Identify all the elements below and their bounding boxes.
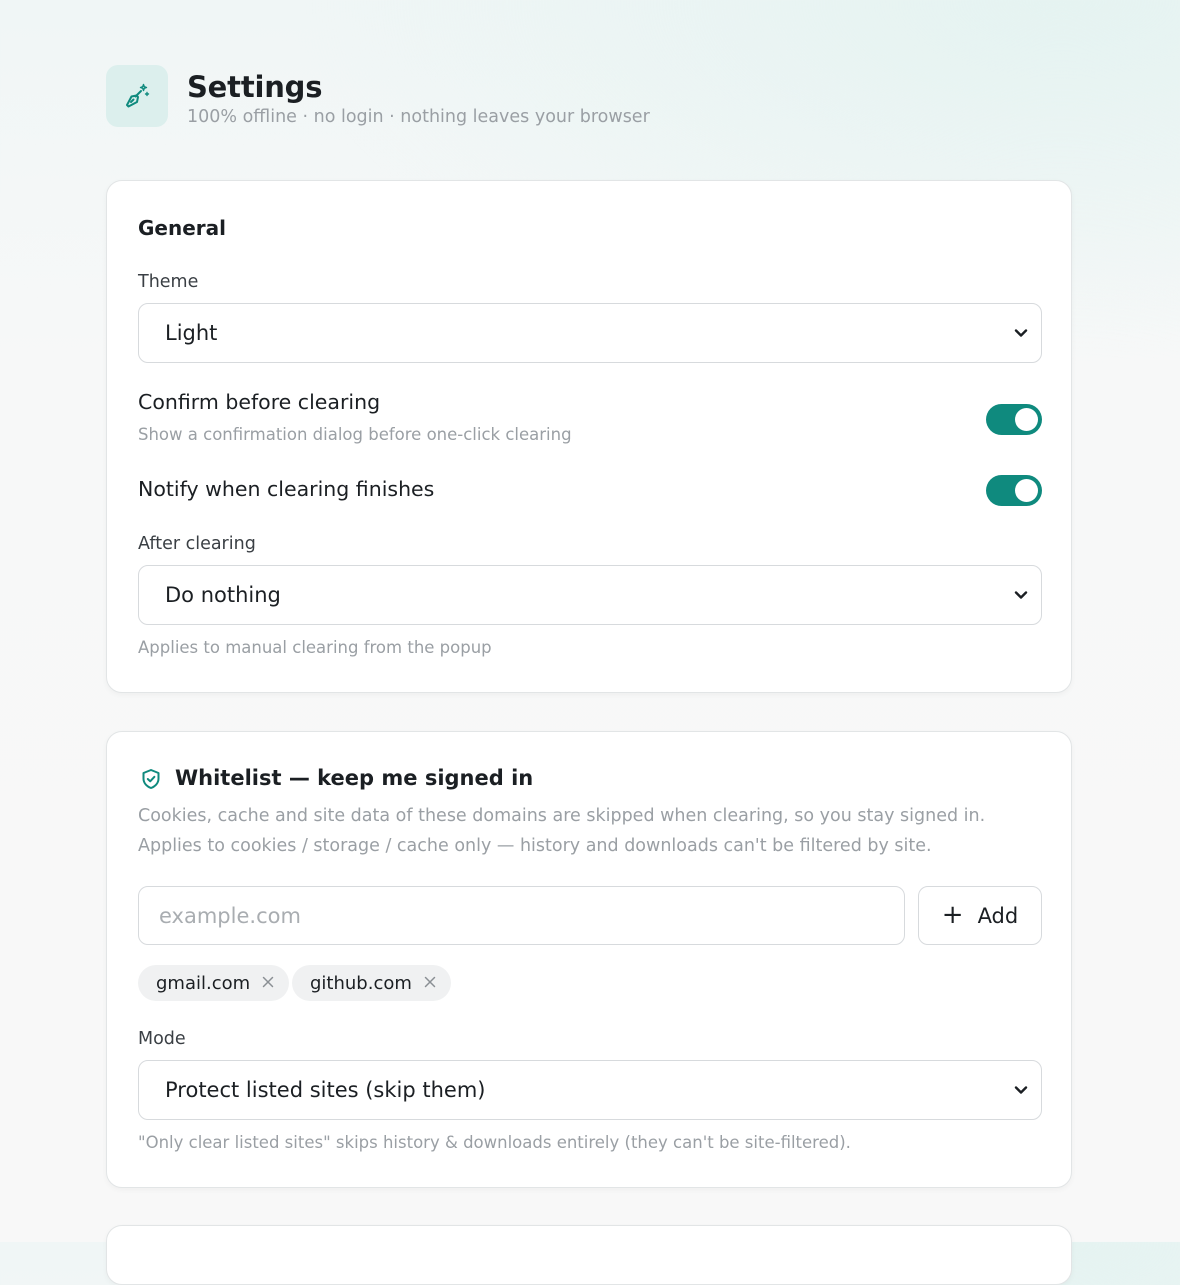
domain-chip: github.com	[292, 965, 451, 1001]
theme-label: Theme	[138, 272, 199, 292]
page-header: Settings 100% offline · no login · nothi…	[106, 65, 650, 129]
domain-input-placeholder: example.com	[159, 903, 301, 928]
domain-chip-label: gmail.com	[156, 972, 251, 994]
theme-select[interactable]: Light	[138, 303, 1042, 363]
whitelist-card: Whitelist — keep me signed in Cookies, c…	[106, 731, 1072, 1188]
shield-check-icon	[142, 769, 160, 789]
toggle-knob	[1015, 479, 1038, 502]
general-section-title: General	[138, 216, 226, 240]
remove-domain-github-icon[interactable]	[424, 976, 436, 988]
confirm-setting-hint: Show a confirmation dialog before one-cl…	[138, 425, 572, 444]
domain-chip: gmail.com	[138, 965, 290, 1001]
chevron-down-icon	[1014, 329, 1028, 337]
chevron-down-icon	[1014, 1086, 1028, 1094]
mode-select[interactable]: Protect listed sites (skip them)	[138, 1060, 1042, 1120]
after-clearing-select[interactable]: Do nothing	[138, 565, 1042, 625]
after-clearing-label: After clearing	[138, 534, 256, 554]
add-domain-button[interactable]: + Add	[918, 886, 1042, 945]
page-subtitle: 100% offline · no login · nothing leaves…	[187, 107, 650, 127]
domain-chip-label: github.com	[310, 972, 412, 994]
app-logo	[106, 65, 168, 127]
mode-select-value: Protect listed sites (skip them)	[165, 1078, 486, 1102]
general-card: General Theme Light Confirm before clear…	[106, 180, 1072, 693]
confirm-before-clearing-toggle[interactable]	[986, 404, 1042, 435]
confirm-setting-title: Confirm before clearing	[138, 390, 381, 414]
theme-select-value: Light	[165, 321, 218, 345]
notify-when-finished-toggle[interactable]	[986, 475, 1042, 506]
whitelist-description: Cookies, cache and site data of these do…	[138, 806, 986, 856]
after-clearing-select-value: Do nothing	[165, 583, 281, 607]
page-title: Settings	[187, 70, 323, 104]
after-clearing-hint: Applies to manual clearing from the popu…	[138, 638, 492, 657]
chevron-down-icon	[1014, 591, 1028, 599]
remove-domain-gmail-icon[interactable]	[262, 976, 274, 988]
broom-sparkle-icon	[126, 83, 150, 108]
mode-label: Mode	[138, 1029, 186, 1049]
mode-hint: "Only clear listed sites" skips history …	[138, 1133, 851, 1152]
add-button-label: Add	[977, 903, 1019, 928]
domain-input[interactable]: example.com	[138, 886, 905, 945]
whitelist-section-title: Whitelist — keep me signed in	[175, 766, 534, 790]
next-settings-card	[106, 1225, 1072, 1285]
notify-setting-title: Notify when clearing finishes	[138, 477, 435, 501]
toggle-knob	[1015, 408, 1038, 431]
plus-icon: +	[941, 899, 964, 930]
